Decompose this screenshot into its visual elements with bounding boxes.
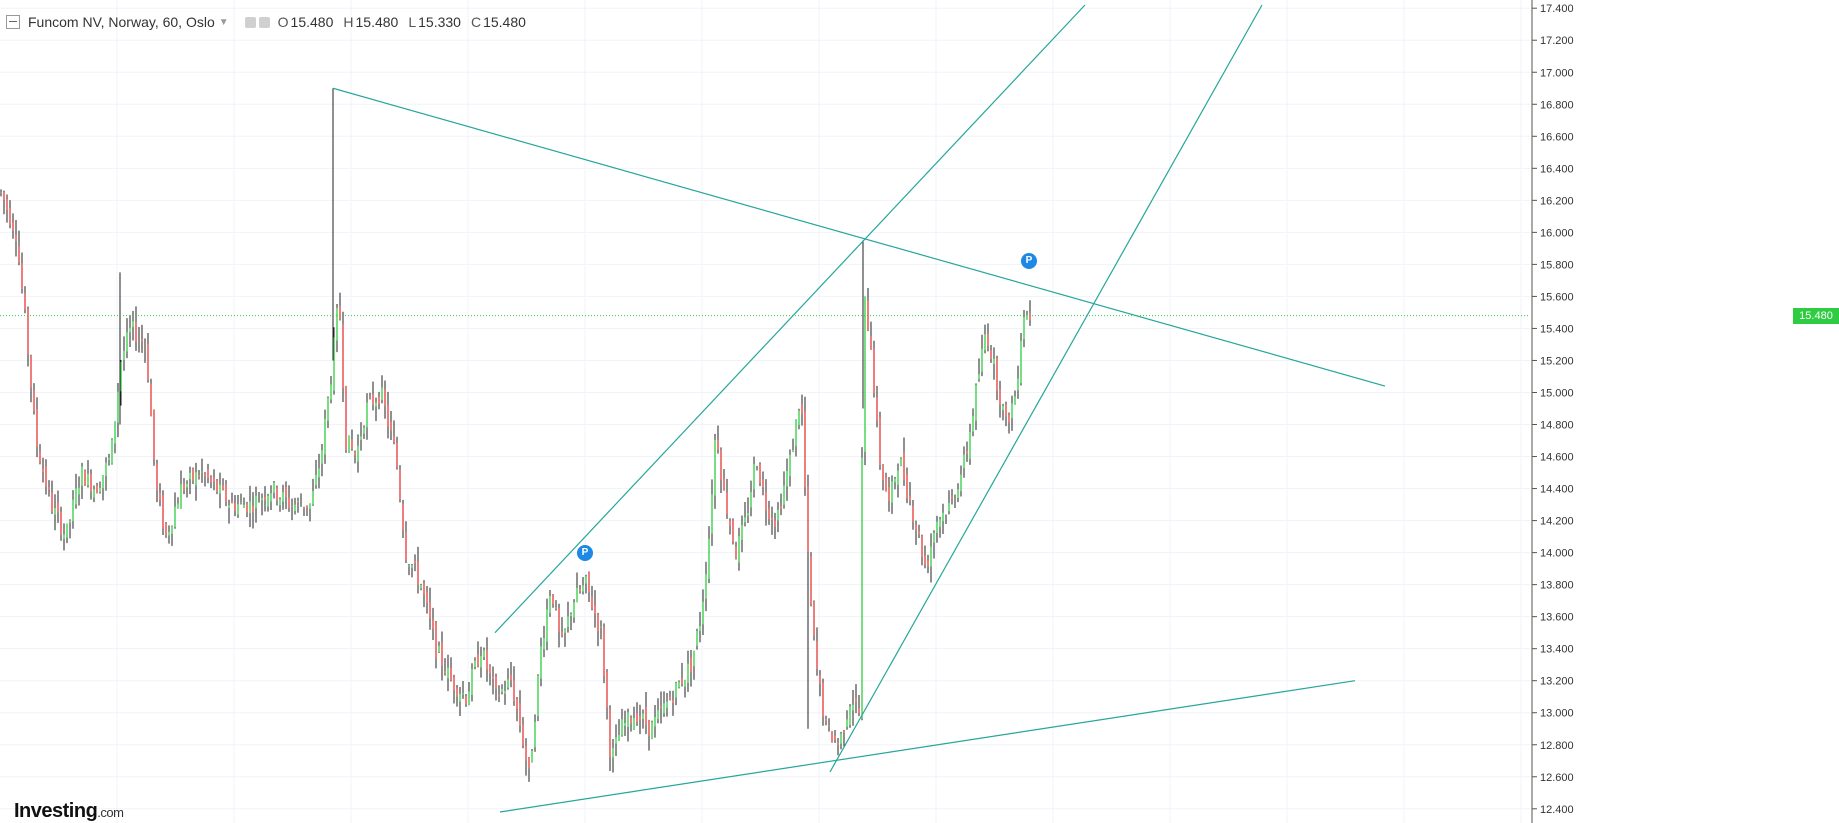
trendline-upper-channel bbox=[494, 4, 1086, 634]
high-value: H 15.480 bbox=[343, 14, 399, 30]
y-tick-label: 14.200 bbox=[1540, 516, 1574, 528]
open-value: O 15.480 bbox=[277, 14, 334, 30]
eye-icon[interactable] bbox=[258, 16, 270, 28]
chart-header: Funcom NV, Norway, 60, Oslo ▼ O 15.480 H1… bbox=[0, 0, 1790, 44]
y-tick-label: 14.600 bbox=[1540, 452, 1574, 464]
symbol-title[interactable]: Funcom NV, Norway, 60, Oslo bbox=[28, 14, 215, 30]
y-tick-label: 15.400 bbox=[1540, 323, 1574, 335]
y-tick-label: 15.800 bbox=[1540, 259, 1574, 271]
y-tick-label: 16.000 bbox=[1540, 227, 1574, 239]
pivot-badge[interactable]: P bbox=[577, 544, 593, 561]
y-tick-label: 15.200 bbox=[1540, 355, 1574, 367]
y-tick-label: 15.600 bbox=[1540, 291, 1574, 303]
y-tick-label: 12.400 bbox=[1540, 804, 1574, 816]
y-tick-label: 12.800 bbox=[1540, 740, 1574, 752]
ohlc-readout: O 15.480 H 15.480 L 15.330 C 15.480 bbox=[278, 14, 526, 30]
close-value: C 15.480 bbox=[470, 14, 526, 30]
low-value: L 15.330 bbox=[408, 14, 461, 30]
price-chart[interactable]: 12.400 12.600 12.800 13.000 13.200 13.400 13.6… bbox=[0, 0, 1839, 823]
y-tick-label: 14.000 bbox=[1540, 548, 1574, 560]
y-tick-label: 17.000 bbox=[1540, 67, 1574, 79]
y-tick-label: 13.400 bbox=[1540, 644, 1574, 656]
y-tick-label: 16.800 bbox=[1540, 99, 1574, 111]
settings-icon[interactable] bbox=[244, 16, 256, 28]
investing-logo[interactable]: Investing.com bbox=[14, 800, 124, 823]
trendline-lower-support bbox=[499, 680, 1356, 813]
y-tick-label: 16.600 bbox=[1540, 131, 1574, 143]
y-tick-label: 16.200 bbox=[1540, 195, 1574, 207]
y-tick-label: 13.800 bbox=[1540, 580, 1574, 592]
trendline-steep-support bbox=[829, 4, 1263, 773]
y-tick-label: 14.400 bbox=[1540, 484, 1574, 496]
collapse-icon[interactable] bbox=[6, 15, 20, 29]
y-tick-label: 13.200 bbox=[1540, 676, 1574, 688]
y-tick-label: 13.000 bbox=[1540, 708, 1574, 720]
y-tick-label: 16.400 bbox=[1540, 163, 1574, 175]
y-tick-label: 15.000 bbox=[1540, 387, 1574, 399]
y-tick-label: 12.600 bbox=[1540, 772, 1574, 784]
trendline-descending-resistance bbox=[332, 87, 1386, 387]
y-tick-label: 14.800 bbox=[1540, 420, 1574, 432]
chevron-down-icon[interactable]: ▼ bbox=[219, 17, 229, 28]
legend-tools[interactable] bbox=[244, 16, 270, 28]
current-price-tag: 15.480 bbox=[1793, 307, 1839, 324]
y-tick-label: 13.600 bbox=[1540, 612, 1574, 624]
